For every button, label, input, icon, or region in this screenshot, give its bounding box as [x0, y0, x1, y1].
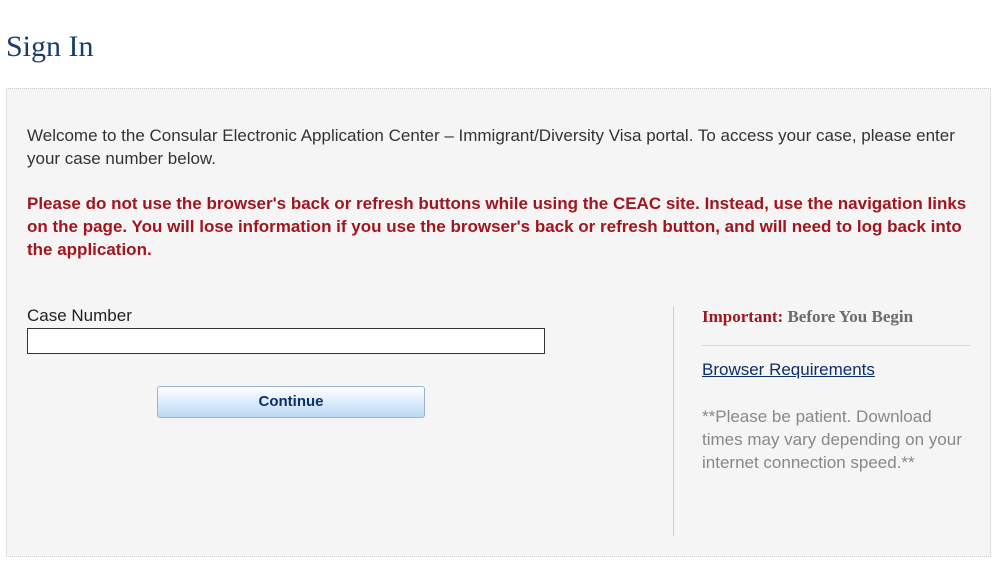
- case-number-label: Case Number: [27, 306, 667, 326]
- welcome-message: Welcome to the Consular Electronic Appli…: [27, 125, 970, 171]
- page-title: Sign In: [0, 0, 997, 88]
- button-row: Continue: [27, 386, 667, 418]
- sidebar-column: Important: Before You Begin Browser Requ…: [702, 306, 970, 475]
- form-area: Case Number Continue Important: Before Y…: [27, 306, 970, 536]
- continue-button[interactable]: Continue: [157, 386, 425, 418]
- browser-requirements-link[interactable]: Browser Requirements: [702, 360, 875, 380]
- vertical-divider: [673, 306, 674, 536]
- important-title: Before You Begin: [787, 307, 913, 326]
- content-panel: Welcome to the Consular Electronic Appli…: [6, 88, 991, 557]
- patience-text: **Please be patient. Download times may …: [702, 406, 970, 475]
- case-number-input[interactable]: [27, 328, 545, 354]
- warning-message: Please do not use the browser's back or …: [27, 193, 970, 262]
- form-column: Case Number Continue: [27, 306, 667, 418]
- important-heading: Important: Before You Begin: [702, 306, 970, 346]
- important-label: Important:: [702, 307, 787, 326]
